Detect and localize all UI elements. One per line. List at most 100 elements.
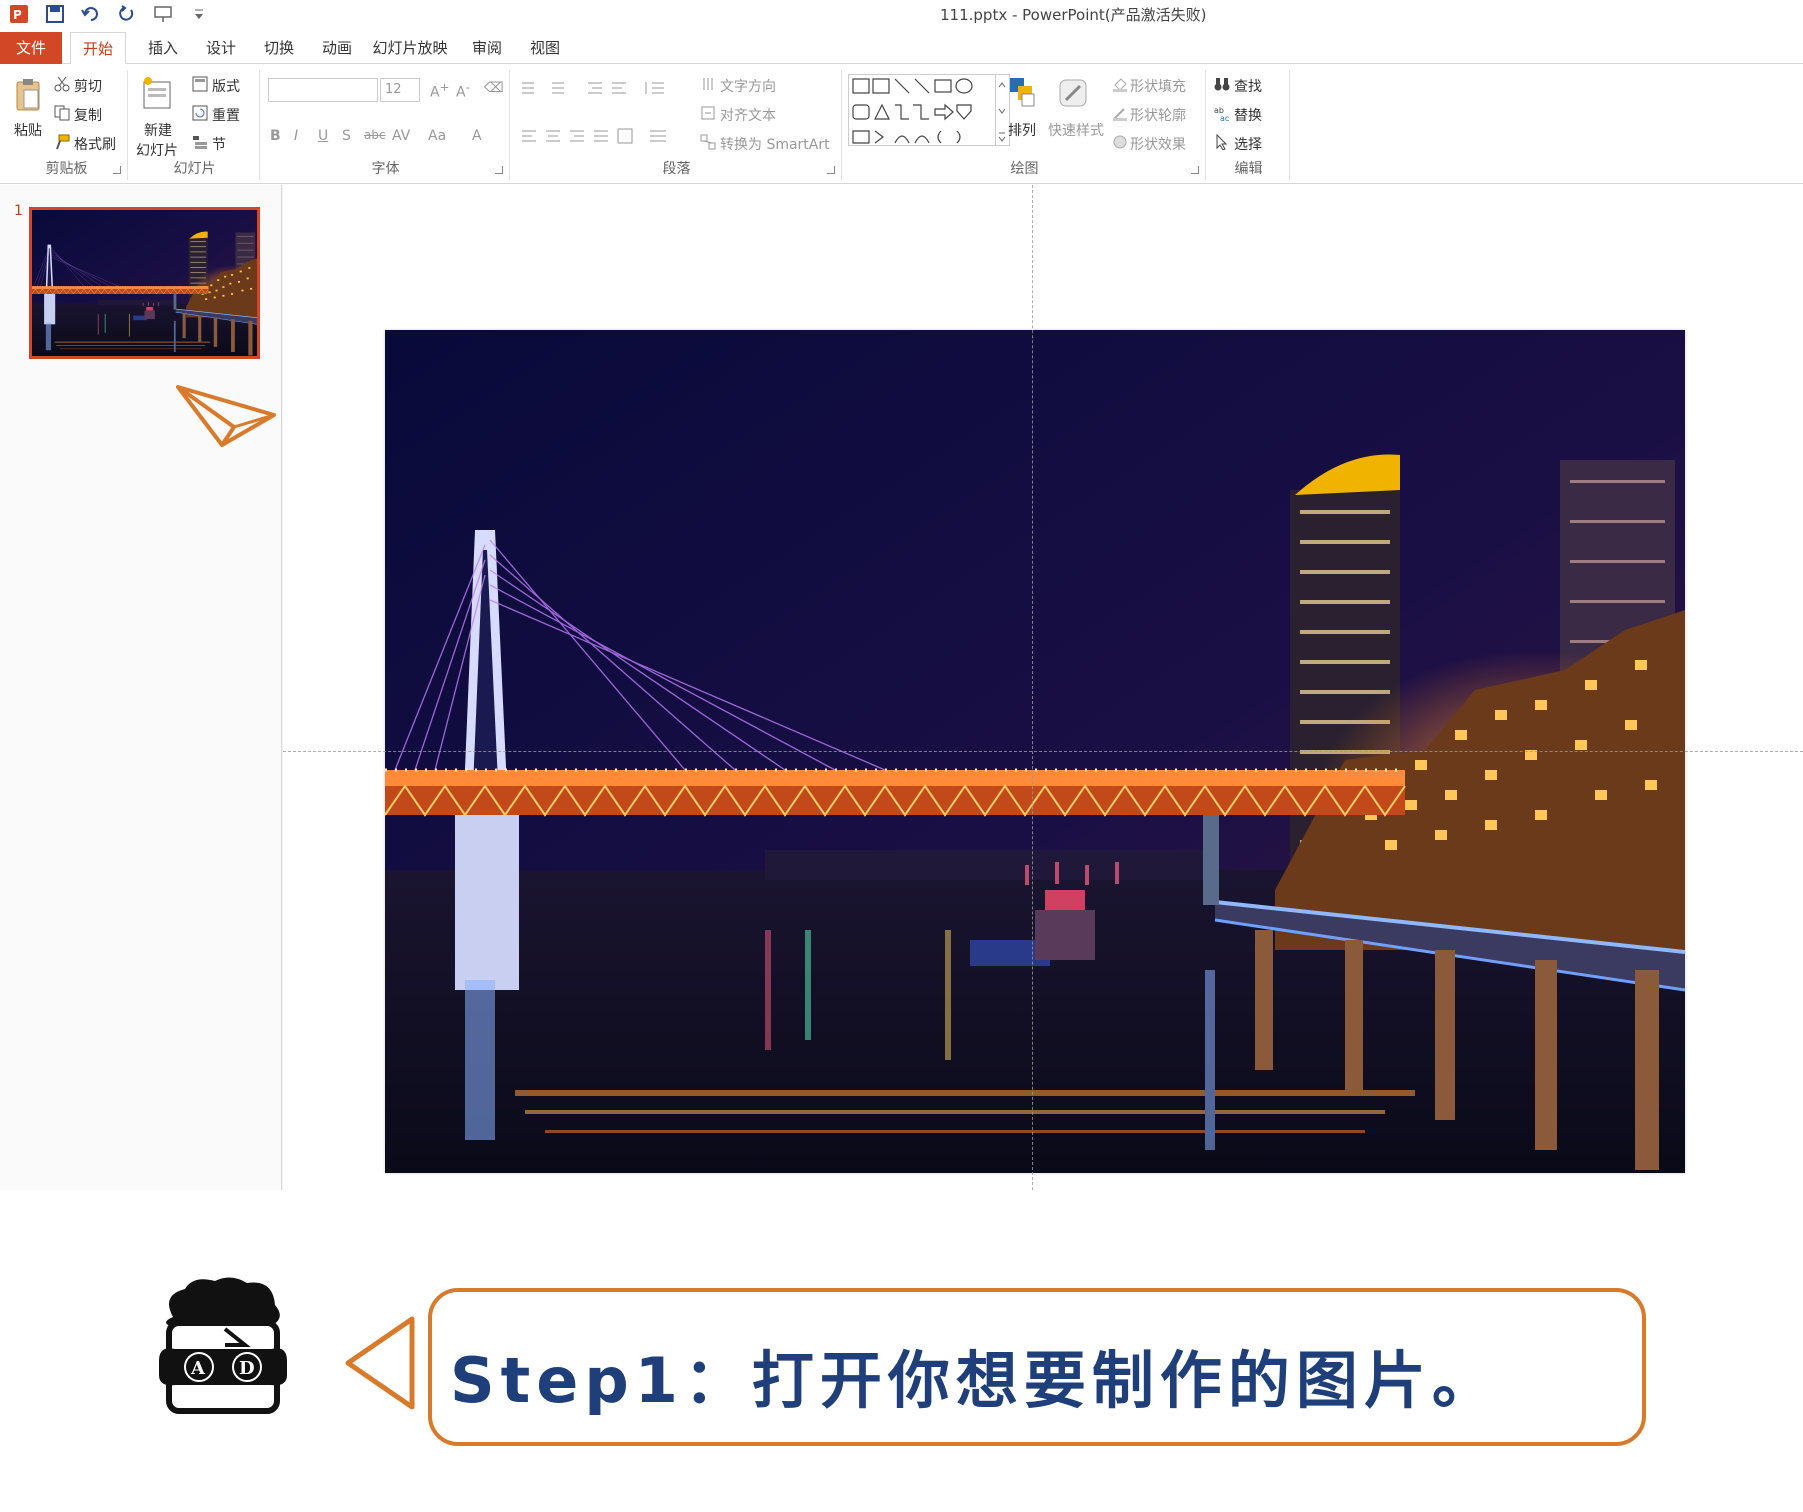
- triangle-arrow-left-icon: [345, 1316, 415, 1410]
- font-group: 12 A+ A- ⌫ B I U S abc AV Aa A 字体: [262, 70, 510, 180]
- tab-insert[interactable]: 插入: [138, 32, 188, 64]
- drawing-launcher-icon[interactable]: [1191, 166, 1199, 174]
- save-icon[interactable]: [44, 3, 66, 25]
- tab-slideshow[interactable]: 幻灯片放映: [370, 32, 450, 64]
- format-painter-button[interactable]: 格式刷: [74, 134, 116, 154]
- align-text-button[interactable]: 对齐文本: [720, 105, 776, 125]
- font-label: 字体: [371, 161, 400, 177]
- present-icon[interactable]: [152, 3, 174, 25]
- quick-styles-button[interactable]: 快速样式: [1048, 120, 1104, 140]
- clipboard-launcher-icon[interactable]: [113, 166, 121, 174]
- font-family-input[interactable]: [268, 78, 378, 102]
- tab-transitions[interactable]: 切换: [254, 32, 304, 64]
- section-icon: [192, 134, 208, 150]
- tab-animations[interactable]: 动画: [312, 32, 362, 64]
- reset-button[interactable]: 重置: [212, 105, 240, 125]
- font-launcher-icon[interactable]: [495, 166, 503, 174]
- horizontal-guide: [283, 751, 1803, 752]
- drawing-label: 绘图: [1010, 161, 1039, 177]
- thumbnail-image: [32, 210, 257, 356]
- slide-thumbnail[interactable]: [29, 207, 260, 359]
- tutorial-caption: A D Step1：打开你想要制作的图片。: [0, 1190, 1803, 1512]
- copy-icon: [54, 105, 70, 121]
- arrange-button[interactable]: 排列: [1008, 120, 1036, 140]
- redo-icon[interactable]: [116, 3, 138, 25]
- shapes-gallery[interactable]: [848, 74, 996, 146]
- align-text-icon: [700, 105, 716, 121]
- format-painter-icon: [54, 134, 70, 150]
- layout-button[interactable]: 版式: [212, 76, 240, 96]
- ribbon: 粘贴 剪切 复制 格式刷 剪贴板 新建 幻灯片 版式 重置 节 幻灯片 12 A…: [0, 64, 1803, 184]
- paste-icon[interactable]: [14, 78, 42, 112]
- vertical-guide: [1032, 185, 1033, 1190]
- undo-icon[interactable]: [80, 3, 102, 25]
- cut-button[interactable]: 剪切: [74, 76, 102, 96]
- shape-outline-button[interactable]: 形状轮廓: [1130, 105, 1186, 125]
- svg-text:ac: ac: [1220, 114, 1229, 121]
- quick-access-toolbar: P: [8, 3, 210, 25]
- shape-effects-button[interactable]: 形状效果: [1130, 134, 1186, 154]
- arrange-icon[interactable]: [1008, 76, 1038, 110]
- text-direction-button[interactable]: 文字方向: [720, 76, 776, 96]
- tab-design[interactable]: 设计: [196, 32, 246, 64]
- italic-button[interactable]: I: [294, 128, 298, 144]
- shapes-gallery-icons: [852, 78, 973, 144]
- clipboard-group: 粘贴 剪切 复制 格式刷 剪贴板: [6, 70, 128, 180]
- scissors-icon: [54, 76, 70, 92]
- select-button[interactable]: 选择: [1234, 134, 1262, 154]
- strikethrough-button[interactable]: abc: [364, 128, 386, 142]
- step-callout: Step1：打开你想要制作的图片。: [428, 1288, 1646, 1446]
- binoculars-icon: [1214, 76, 1230, 92]
- paper-plane-icon: [176, 385, 276, 447]
- shape-fill-icon: [1112, 76, 1128, 92]
- svg-text:P: P: [13, 8, 22, 22]
- change-case-button[interactable]: Aa: [428, 128, 446, 144]
- slide-number: 1: [14, 203, 23, 219]
- find-button[interactable]: 查找: [1234, 76, 1262, 96]
- tab-file[interactable]: 文件: [0, 32, 62, 64]
- new-slide-label-1[interactable]: 新建: [144, 120, 172, 140]
- layout-icon: [192, 76, 208, 92]
- grow-font-icon[interactable]: A+: [430, 80, 449, 101]
- drawing-group: 排列 快速样式 形状填充 形状轮廓 形状效果 绘图: [844, 70, 1206, 180]
- ribbon-tabs: 文件 开始 插入 设计 切换 动画 幻灯片放映 审阅 视图: [0, 32, 1803, 65]
- tab-view[interactable]: 视图: [520, 32, 570, 64]
- alignment-icons[interactable]: [520, 128, 670, 144]
- replace-button[interactable]: 替换: [1234, 105, 1262, 125]
- font-color-button[interactable]: A: [472, 128, 482, 144]
- list-indent-icons[interactable]: [520, 80, 664, 96]
- shape-outline-icon: [1112, 105, 1128, 121]
- slides-group: 新建 幻灯片 版式 重置 节 幻灯片: [130, 70, 260, 180]
- workspace: 1: [0, 185, 1803, 1190]
- chef-mascot-icon: A D: [159, 1277, 287, 1414]
- slide-thumbnails-pane[interactable]: 1: [0, 185, 282, 1190]
- quick-styles-icon[interactable]: [1056, 76, 1090, 112]
- shadow-button[interactable]: S: [342, 128, 351, 144]
- new-slide-label-2[interactable]: 幻灯片: [136, 140, 178, 160]
- paragraph-launcher-icon[interactable]: [827, 166, 835, 174]
- shape-fill-button[interactable]: 形状填充: [1130, 76, 1186, 96]
- clear-format-icon[interactable]: ⌫: [484, 80, 504, 96]
- new-slide-icon[interactable]: [142, 76, 174, 110]
- convert-smartart-button[interactable]: 转换为 SmartArt: [720, 134, 830, 154]
- tab-home[interactable]: 开始: [70, 32, 126, 65]
- text-direction-icon: [700, 76, 716, 92]
- bold-button[interactable]: B: [270, 128, 281, 144]
- slide-editor[interactable]: [283, 185, 1803, 1190]
- char-spacing-button[interactable]: AV: [392, 128, 410, 144]
- paragraph-group: 文字方向 对齐文本 转换为 SmartArt 段落: [512, 70, 842, 180]
- copy-button[interactable]: 复制: [74, 105, 102, 125]
- customize-icon[interactable]: [188, 3, 210, 25]
- tab-review[interactable]: 审阅: [462, 32, 512, 64]
- font-size-input[interactable]: 12: [380, 78, 420, 102]
- shrink-font-icon[interactable]: A-: [456, 80, 470, 101]
- slides-label: 幻灯片: [173, 161, 216, 177]
- editing-label: 编辑: [1234, 161, 1263, 177]
- paste-button[interactable]: 粘贴: [14, 120, 42, 140]
- select-cursor-icon: [1214, 133, 1230, 151]
- clipboard-label: 剪贴板: [45, 161, 88, 177]
- section-button[interactable]: 节: [212, 134, 226, 154]
- shape-effects-icon: [1112, 134, 1128, 150]
- underline-button[interactable]: U: [318, 128, 328, 144]
- svg-text:A: A: [190, 1358, 206, 1379]
